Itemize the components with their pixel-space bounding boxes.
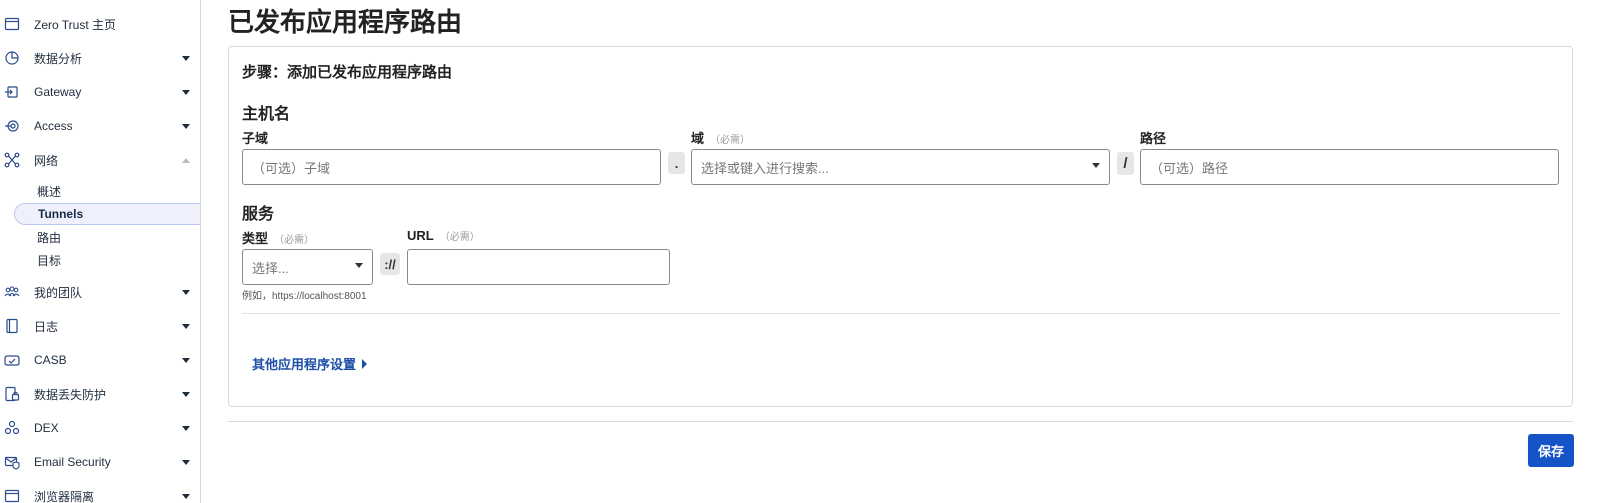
sidebar-subitem-label: 概述 <box>37 184 62 199</box>
dex-icon <box>4 420 20 436</box>
log-book-icon <box>4 318 20 334</box>
sidebar-item-network[interactable]: 网络 <box>0 145 200 175</box>
url-required-tag: （必需） <box>439 232 480 243</box>
url-label: URL （必需） <box>407 228 480 243</box>
sidebar-item-my-team[interactable]: 我的团队 <box>0 277 200 307</box>
sidebar-item-label: 日志 <box>34 319 59 334</box>
sidebar-item-analytics[interactable]: 数据分析 <box>0 43 200 73</box>
chevron-down-icon <box>182 323 190 329</box>
sidebar-item-logs[interactable]: 日志 <box>0 311 200 341</box>
service-type-select[interactable]: 选择... <box>242 249 373 285</box>
team-icon <box>4 284 20 300</box>
domain-select[interactable]: 选择或键入进行搜索... <box>691 149 1110 185</box>
url-input[interactable] <box>407 249 670 285</box>
path-label-text: 路径 <box>1140 131 1167 146</box>
hostname-section-title: 主机名 <box>242 106 291 123</box>
chevron-down-icon <box>182 289 190 295</box>
sidebar-item-browser-isolation[interactable]: 浏览器隔离 <box>0 481 200 503</box>
casb-icon <box>4 352 20 368</box>
caret-right-icon <box>362 358 368 369</box>
sidebar-item-label: DEX <box>34 421 59 435</box>
chevron-down-icon <box>182 493 190 499</box>
sidebar-subitem-tunnels[interactable]: Tunnels <box>14 203 200 225</box>
chevron-down-icon <box>355 263 363 268</box>
domain-label: 域 （必需） <box>691 128 750 147</box>
sidebar-item-home[interactable]: Zero Trust 主页 <box>0 9 200 39</box>
subdomain-label-text: 子域 <box>242 131 269 146</box>
chevron-down-icon <box>182 357 190 363</box>
path-label: 路径 <box>1140 128 1166 147</box>
subdomain-label: 子域 <box>242 128 268 147</box>
footer-divider <box>228 421 1573 422</box>
chevron-down-icon <box>182 391 190 397</box>
sidebar-subitem-label: 目标 <box>37 253 62 268</box>
chevron-up-icon <box>182 157 190 163</box>
sidebar-item-label: 网络 <box>34 153 59 168</box>
step-title: 步骤：添加已发布应用程序路由 <box>242 64 453 81</box>
url-label-text: URL <box>407 228 434 243</box>
chevron-down-icon <box>182 55 190 61</box>
sidebar-item-dex[interactable]: DEX <box>0 413 200 443</box>
advanced-settings-link[interactable]: 其他应用程序设置 <box>252 354 368 373</box>
sidebar-item-label: Email Security <box>34 455 111 469</box>
slash-separator: / <box>1117 152 1134 175</box>
chevron-down-icon <box>182 123 190 129</box>
page-title: 已发布应用程序路由 <box>228 7 463 37</box>
scheme-separator: :// <box>380 253 400 275</box>
service-hint: 例如，https://localhost:8001 <box>242 291 367 302</box>
subdomain-input[interactable]: （可选）子域 <box>242 149 661 185</box>
domain-select-placeholder: 选择或键入进行搜索... <box>701 160 829 176</box>
sidebar-item-casb[interactable]: CASB <box>0 345 200 375</box>
sidebar-item-email-security[interactable]: Email Security <box>0 447 200 477</box>
sidebar-item-label: Zero Trust 主页 <box>34 17 117 32</box>
browser-isolation-icon <box>4 488 20 503</box>
network-icon <box>4 152 20 168</box>
sidebar-item-dlp[interactable]: 数据丢失防护 <box>0 379 200 409</box>
service-type-label: 类型 （必需） <box>242 228 314 247</box>
type-required-tag: （必需） <box>274 235 315 246</box>
sidebar-item-gateway[interactable]: Gateway <box>0 77 200 107</box>
divider <box>242 313 1560 314</box>
chevron-down-icon <box>182 89 190 95</box>
route-form-card <box>228 46 1573 407</box>
path-input[interactable]: （可选）路径 <box>1140 149 1559 185</box>
save-button[interactable]: 保存 <box>1528 434 1574 467</box>
advanced-settings-label: 其他应用程序设置 <box>252 357 357 372</box>
sidebar-item-label: 我的团队 <box>34 285 83 300</box>
sidebar-subitem-targets[interactable]: 目标 <box>14 249 200 271</box>
chevron-down-icon <box>1092 163 1100 168</box>
email-security-icon <box>4 454 20 470</box>
sidebar-item-label: Access <box>34 119 73 133</box>
pie-chart-icon <box>4 50 20 66</box>
sidebar-item-label: 数据分析 <box>34 51 83 66</box>
sidebar-subitem-routes[interactable]: 路由 <box>14 226 200 248</box>
browser-window-icon <box>4 16 20 32</box>
access-icon <box>4 118 20 134</box>
sidebar-subitem-overview[interactable]: 概述 <box>14 180 200 202</box>
domain-label-text: 域 <box>691 131 705 146</box>
sidebar-item-access[interactable]: Access <box>0 111 200 141</box>
service-section-title: 服务 <box>242 206 275 223</box>
sidebar-item-label: 浏览器隔离 <box>34 489 95 503</box>
dot-separator: . <box>668 152 685 174</box>
sidebar-subitem-label: 路由 <box>37 230 62 245</box>
chevron-down-icon <box>182 459 190 465</box>
sidebar-item-label: 数据丢失防护 <box>34 387 107 402</box>
domain-required-tag: （必需） <box>710 135 751 146</box>
service-type-placeholder: 选择... <box>252 260 289 276</box>
sidebar-item-label: CASB <box>34 353 67 367</box>
service-type-label-text: 类型 <box>242 231 269 246</box>
sidebar-subitem-label: Tunnels <box>38 207 84 221</box>
sidebar: Zero Trust 主页 数据分析 Gateway Access 网络 概述 … <box>0 0 201 503</box>
chevron-down-icon <box>182 425 190 431</box>
gateway-icon <box>4 84 20 100</box>
sidebar-item-label: Gateway <box>34 85 82 99</box>
dlp-icon <box>4 386 20 402</box>
